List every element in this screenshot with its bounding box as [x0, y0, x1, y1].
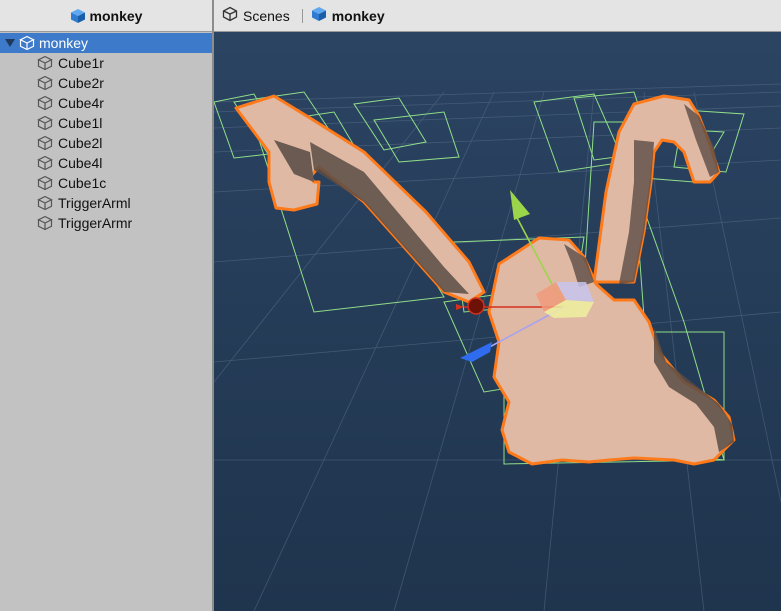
tree-item-label: Cube1l — [58, 115, 103, 131]
tree-item-label: Cube2l — [58, 135, 103, 151]
gameobject-cube-icon — [19, 35, 35, 51]
scene-view-panel: Scenes monkey — [214, 0, 781, 611]
tree-item[interactable]: Cube1l — [0, 113, 212, 133]
hierarchy-title: monkey — [89, 7, 143, 24]
scene-render[interactable] — [214, 32, 781, 611]
gameobject-cube-icon — [37, 155, 53, 171]
breadcrumb-scenes[interactable]: Scenes — [222, 6, 290, 25]
tree-item-label: Cube4r — [58, 95, 104, 111]
gameobject-cube-icon — [37, 215, 53, 231]
prefab-cube-icon — [311, 6, 327, 25]
tree-item[interactable]: TriggerArmr — [0, 213, 212, 233]
breadcrumb-scenes-label: Scenes — [243, 7, 290, 24]
gizmo-x-handle[interactable] — [467, 297, 485, 315]
unity-logo-icon — [222, 6, 238, 25]
tree-item-label: Cube2r — [58, 75, 104, 91]
tree-item-label: Cube1r — [58, 55, 104, 71]
breadcrumb-prefab[interactable]: monkey — [311, 6, 385, 25]
tree-item-label: Cube1c — [58, 175, 107, 191]
tree-item-label: TriggerArmr — [58, 215, 133, 231]
scene-breadcrumb-bar: Scenes monkey — [214, 0, 781, 32]
tree-item[interactable]: Cube2l — [0, 133, 212, 153]
gameobject-cube-icon — [37, 75, 53, 91]
hierarchy-header[interactable]: monkey — [0, 0, 212, 32]
tree-children: Cube1r Cube2r Cube4r Cube1l Cube2l Cube4l Cube… — [0, 53, 212, 233]
gameobject-cube-icon — [37, 195, 53, 211]
scene-viewport[interactable] — [214, 32, 781, 611]
breadcrumb-prefab-label: monkey — [331, 7, 385, 24]
tree-item[interactable]: Cube1c — [0, 173, 212, 193]
gameobject-cube-icon — [37, 175, 53, 191]
tree-item[interactable]: Cube2r — [0, 73, 212, 93]
tree-item[interactable]: Cube4r — [0, 93, 212, 113]
expand-arrow-icon[interactable] — [5, 39, 15, 47]
tree-item-root[interactable]: monkey — [0, 33, 212, 53]
tree-item-label: Cube4l — [58, 155, 103, 171]
tree-item[interactable]: Cube4l — [0, 153, 212, 173]
tree-item-label: monkey — [39, 35, 89, 51]
prefab-cube-icon — [70, 8, 86, 24]
tree-item-label: TriggerArml — [58, 195, 131, 211]
hierarchy-tree: monkey Cube1r Cube2r Cube4r Cube1l Cube2l Cub… — [0, 33, 212, 233]
breadcrumb-separator — [301, 8, 303, 23]
tree-item[interactable]: Cube1r — [0, 53, 212, 73]
gameobject-cube-icon — [37, 115, 53, 131]
gameobject-cube-icon — [37, 135, 53, 151]
gameobject-cube-icon — [37, 55, 53, 71]
hierarchy-panel: monkey monkey Cube1r Cube2r Cube4r Cube1l Cu… — [0, 0, 212, 611]
tree-item[interactable]: TriggerArml — [0, 193, 212, 213]
gameobject-cube-icon — [37, 95, 53, 111]
